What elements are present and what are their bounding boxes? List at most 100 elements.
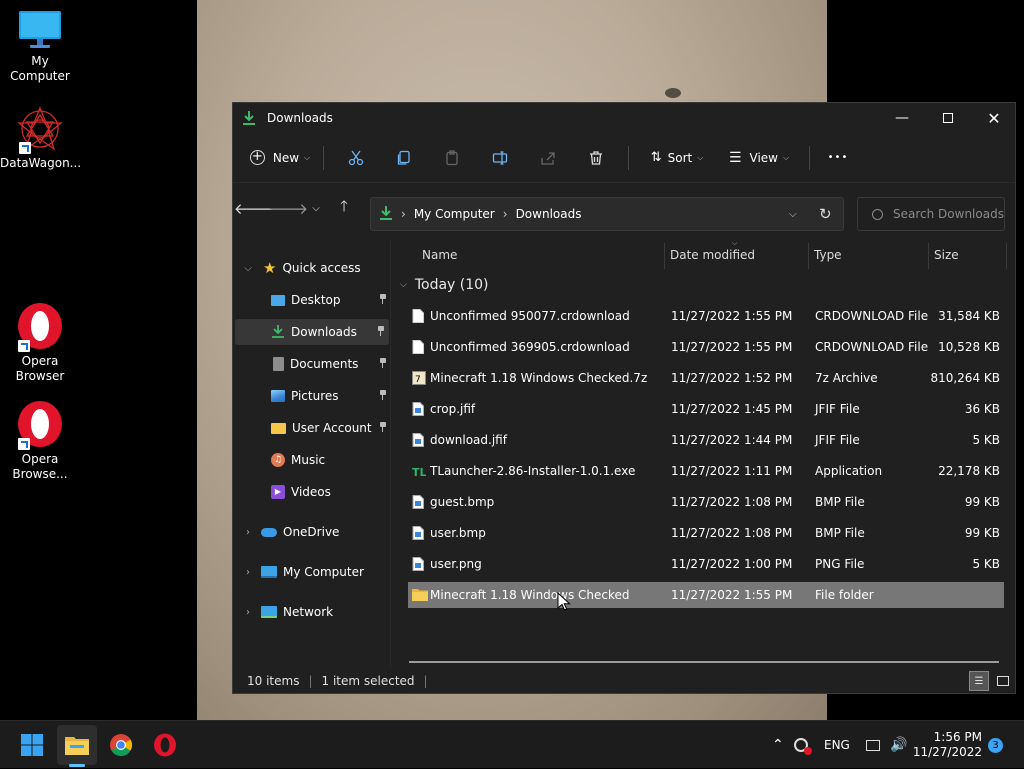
paste-button[interactable] [428,141,476,175]
minimize-button[interactable]: — [879,103,925,133]
address-history-button[interactable]: ⌵ [789,209,797,220]
pin-icon [379,422,387,432]
file-date-modified: 11/27/2022 1:11 PM [671,464,793,478]
back-button[interactable]: 🡐 [234,193,274,223]
desktop-icon-datawagon[interactable]: DataWagon... [0,106,81,171]
image-file-icon [412,526,424,540]
file-row[interactable]: crop.jfif 11/27/2022 1:45 PM JFIF File 36 K… [408,396,1004,422]
arrow-up-icon: 🡑 [340,196,348,215]
column-header-size[interactable]: Size [934,239,959,271]
sort-indicator-icon: ⌵ [732,239,738,247]
datawagon-logo-icon [17,106,63,154]
taskbar: ⌃ ENG 🔊 1:56 PM 11/27/2022 3 [0,720,1024,768]
address-bar[interactable]: › My Computer › Downloads ⌵ ↻ [370,197,844,231]
sidebar-item-music[interactable]: ♫ Music [233,447,391,473]
item-count: 10 items [247,674,300,688]
cloud-icon [261,527,277,537]
sidebar-item-videos[interactable]: ▶ Videos [233,479,391,505]
file-row[interactable]: user.png 11/27/2022 1:00 PM PNG File 5 KB [408,551,1004,577]
file-size: 5 KB [972,433,1000,447]
sidebar-item-label: Music [291,453,326,467]
sidebar-item-desktop[interactable]: Desktop [233,287,391,313]
breadcrumb-separator-icon: › [502,207,508,221]
file-row[interactable]: user.bmp 11/27/2022 1:08 PM BMP File 99 KB [408,520,1004,546]
star-icon: ★ [263,259,277,277]
file-row[interactable]: TL TLauncher-2.86-Installer-1.0.1.exe 11/2… [408,458,1004,484]
search-box[interactable]: Search Downloads [857,197,1005,231]
file-name: guest.bmp [430,495,495,509]
file-row[interactable]: Unconfirmed 369905.crdownload 11/27/2022 … [408,334,1004,360]
rename-button[interactable] [476,141,524,175]
more-options-icon: ••• [827,152,849,163]
cut-button[interactable] [332,141,380,175]
file-type: 7z Archive [815,371,878,385]
sidebar-item-onedrive[interactable]: › OneDrive [233,519,391,545]
desktop-icon-opera-browser-2[interactable]: Opera Browse... [0,400,80,482]
maximize-button[interactable] [925,103,971,133]
breadcrumb-my-computer[interactable]: My Computer [414,207,495,221]
volume-icon[interactable]: 🔊 [890,721,907,769]
sidebar-item-pictures[interactable]: Pictures [233,383,391,409]
desktop-icon-opera-browser[interactable]: Opera Browser [0,302,80,384]
column-header-type[interactable]: Type [814,239,842,271]
new-button-label: New [272,150,300,165]
shortcut-arrow-icon [19,142,31,154]
sidebar-item-documents[interactable]: Documents [233,351,391,377]
sidebar-item-label: Network [283,605,334,619]
show-hidden-icons-button[interactable]: ⌃ [772,721,784,769]
sidebar-item-quick-access[interactable]: ⌵ ★ Quick access [233,255,391,281]
clock-time: 1:56 PM [933,730,982,744]
sort-button-label: Sort [667,150,693,165]
refresh-button[interactable]: ↻ [819,205,832,223]
tiles-view-button[interactable] [993,671,1013,691]
taskbar-chrome-button[interactable] [101,725,141,765]
new-button[interactable]: + New ⌵ [245,141,315,175]
clock[interactable]: 1:56 PM 11/27/2022 [913,721,982,769]
sidebar-item-user-account[interactable]: User Account P [233,415,391,441]
file-name: Minecraft 1.18 Windows Checked.7z [430,371,648,385]
up-button[interactable]: 🡑 [329,193,359,223]
monitor-icon [18,10,62,50]
language-indicator[interactable]: ENG [824,721,850,769]
file-type: BMP File [815,495,865,509]
sort-button[interactable]: ⇅ Sort ⌵ [637,141,717,175]
recent-locations-button[interactable]: ⌵ [303,193,329,223]
sidebar-item-my-computer[interactable]: › My Computer [233,559,391,585]
chevron-down-icon: ⌵ [782,152,790,162]
svg-text:7: 7 [415,375,421,385]
file-row[interactable]: 7 Minecraft 1.18 Windows Checked.7z 11/27/… [408,365,1004,391]
sidebar-item-label: User Account P [292,421,374,435]
network-status-icon[interactable] [866,721,880,769]
start-button[interactable] [12,725,52,765]
blank-file-icon [412,309,424,323]
desktop-icon-my-computer[interactable]: My Computer [0,10,80,84]
file-row[interactable]: Minecraft 1.18 Windows Checked 11/27/2022… [408,582,1004,608]
more-options-button[interactable]: ••• [818,141,858,175]
file-row[interactable]: download.jfif 11/27/2022 1:44 PM JFIF File… [408,427,1004,453]
file-row[interactable]: guest.bmp 11/27/2022 1:08 PM BMP File 99 KB [408,489,1004,515]
share-button[interactable] [524,141,572,175]
column-header-date-modified[interactable]: Date modified [670,239,755,271]
sidebar-item-downloads[interactable]: Downloads [235,319,389,345]
view-button[interactable]: ☰ View ⌵ [717,141,801,175]
breadcrumb-downloads[interactable]: Downloads [516,207,582,221]
sync-status-icon[interactable] [794,721,812,769]
details-view-button[interactable]: ☰ [969,671,989,691]
search-input[interactable]: Search Downloads [893,207,1004,221]
delete-button[interactable] [572,141,620,175]
notification-badge[interactable]: 3 [988,721,1003,769]
copy-button[interactable] [380,141,428,175]
chevron-down-icon: ⌵ [304,152,311,162]
horizontal-scrollbar[interactable] [409,661,999,663]
taskbar-file-explorer-button[interactable] [57,725,97,767]
sidebar-item-network[interactable]: › Network [233,599,391,625]
close-button[interactable]: ✕ [971,103,1017,133]
column-header-name[interactable]: Name [422,239,457,271]
sidebar-item-label: Downloads [291,325,357,339]
forward-button[interactable]: 🡒 [268,193,308,223]
file-type: Application [815,464,883,478]
group-header-today[interactable]: ⌵ Today (10) [400,277,489,293]
taskbar-opera-button[interactable] [145,725,185,765]
file-row[interactable]: Unconfirmed 950077.crdownload 11/27/2022 … [408,303,1004,329]
shortcut-arrow-icon [18,340,30,352]
